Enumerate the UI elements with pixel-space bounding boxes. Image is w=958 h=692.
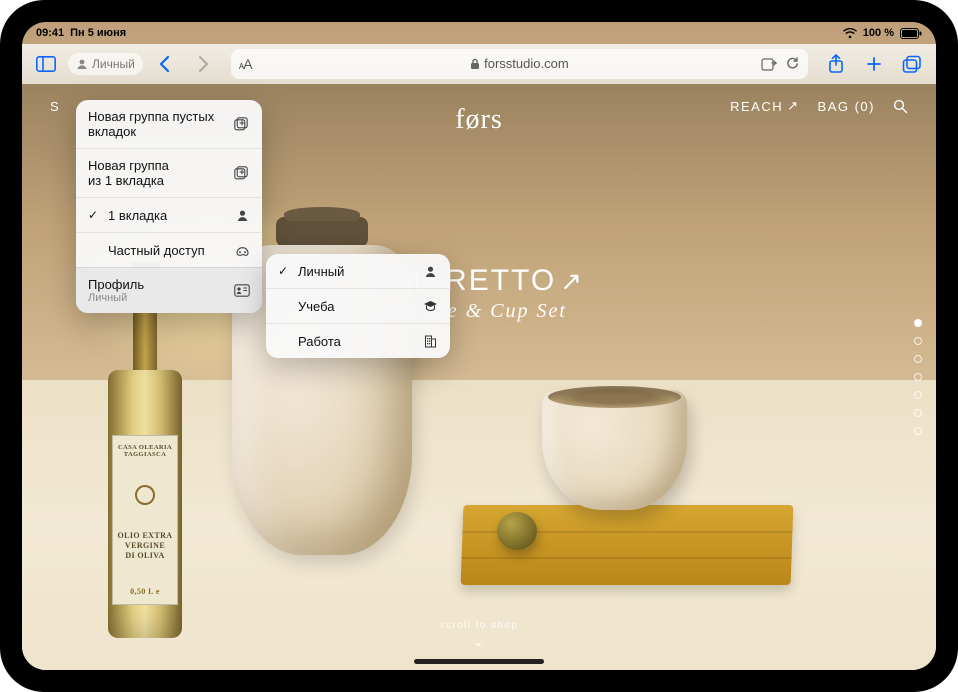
profile-option-work[interactable]: Работа <box>266 323 450 358</box>
menu-profile[interactable]: Профиль Личный <box>76 267 262 313</box>
ipad-frame: 09:41 Пн 5 июня 100 % <box>0 0 958 692</box>
menu-item-label: Новая группа <box>88 158 169 173</box>
menu-item-label: вкладок <box>88 124 214 139</box>
menu-item-label: Профиль <box>88 277 144 292</box>
screen: 09:41 Пн 5 июня 100 % <box>22 22 936 670</box>
private-icon <box>234 242 250 258</box>
site-nav-left[interactable]: S <box>50 99 60 114</box>
back-button[interactable] <box>149 48 181 80</box>
wifi-icon <box>843 28 857 39</box>
menu-item-label: Работа <box>298 334 341 349</box>
arrow-ne-icon: ↗ <box>560 266 584 296</box>
checkmark-icon: ✓ <box>278 264 290 278</box>
menu-item-label: Учеба <box>298 299 335 314</box>
bottle-line3: DI OLIVA <box>118 551 173 561</box>
olive-oil-bottle: CASA OLEARIA TAGGIASCA OLIO EXTRA VERGIN… <box>104 270 186 650</box>
status-bar: 09:41 Пн 5 июня 100 % <box>22 22 936 44</box>
battery-icon <box>900 28 922 39</box>
battery-percent: 100 % <box>863 27 894 39</box>
new-tab-group-icon <box>234 116 250 132</box>
address-host: forsstudio.com <box>484 56 569 71</box>
profile-pill[interactable]: Личный <box>68 53 143 75</box>
bottle-stamp <box>133 483 156 506</box>
page-dot[interactable] <box>914 373 922 381</box>
menu-new-group-from-tab[interactable]: Новая группа из 1 вкладка <box>76 148 262 197</box>
scroll-hint-label: scroll to shop <box>440 620 519 631</box>
bottle-volume: 0,50 L e <box>130 587 160 596</box>
page-dot[interactable] <box>914 409 922 417</box>
page-dot[interactable] <box>914 355 922 363</box>
menu-private[interactable]: Частный доступ <box>76 232 262 267</box>
lock-icon <box>470 58 480 70</box>
person-icon <box>234 207 250 223</box>
page-dot[interactable] <box>914 391 922 399</box>
bag-link[interactable]: BAG (0) <box>818 99 875 114</box>
text-size-button: ᴀA <box>239 56 252 72</box>
menu-item-label: 1 вкладка <box>108 208 167 223</box>
address-bar[interactable]: ᴀA forsstudio.com <box>231 49 808 79</box>
bottle-line1: OLIO EXTRA <box>118 531 173 541</box>
reload-button[interactable] <box>785 56 800 71</box>
extensions-icon[interactable] <box>761 57 777 71</box>
site-logo[interactable]: førs <box>455 104 503 136</box>
profile-card-icon <box>234 283 250 299</box>
profile-option-study[interactable]: Учеба <box>266 288 450 323</box>
profile-submenu: ✓ Личный Учеба Работа <box>266 254 450 358</box>
bottle-line2: VERGINE <box>118 541 173 551</box>
arrow-ne-icon: ↗ <box>787 98 799 114</box>
profile-option-personal[interactable]: ✓ Личный <box>266 254 450 288</box>
profile-pill-label: Личный <box>92 57 135 71</box>
page-dot[interactable] <box>914 337 922 345</box>
forward-button[interactable] <box>187 48 219 80</box>
tabs-button[interactable] <box>896 48 928 80</box>
share-button[interactable] <box>820 48 852 80</box>
chevron-down-icon: ⌄ <box>440 633 519 650</box>
tab-groups-menu: Новая группа пустых вкладок Новая группа… <box>76 100 262 313</box>
page-dot[interactable] <box>914 319 922 327</box>
checkmark-icon: ✓ <box>88 208 100 222</box>
olive <box>497 512 537 550</box>
bottle-label: CASA OLEARIA TAGGIASCA OLIO EXTRA VERGIN… <box>112 435 178 605</box>
person-icon <box>76 58 88 70</box>
menu-item-label: Личный <box>298 264 344 279</box>
reach-link[interactable]: REACH↗ <box>730 98 799 114</box>
page-dot[interactable] <box>914 427 922 435</box>
page-dots[interactable] <box>914 319 922 435</box>
status-date: Пн 5 июня <box>70 27 126 39</box>
sidebar-toggle-button[interactable] <box>30 48 62 80</box>
menu-item-label: Новая группа пустых <box>88 109 214 124</box>
site-search-button[interactable] <box>893 99 908 114</box>
scroll-hint[interactable]: scroll to shop ⌄ <box>440 620 519 650</box>
graduation-icon <box>422 298 438 314</box>
status-time: 09:41 <box>36 27 64 39</box>
safari-toolbar: Личный ᴀA forsstudio.com <box>22 44 936 84</box>
menu-item-sublabel: Личный <box>88 292 144 304</box>
menu-item-label: из 1 вкладка <box>88 173 169 188</box>
new-tab-button[interactable] <box>858 48 890 80</box>
new-tab-group-icon <box>234 165 250 181</box>
cup <box>542 390 687 510</box>
home-indicator[interactable] <box>414 659 544 664</box>
building-icon <box>422 333 438 349</box>
bottle-brand: CASA OLEARIA TAGGIASCA <box>117 444 173 458</box>
menu-new-empty-group[interactable]: Новая группа пустых вкладок <box>76 100 262 148</box>
menu-item-label: Частный доступ <box>108 243 205 258</box>
menu-one-tab[interactable]: ✓ 1 вкладка <box>76 197 262 232</box>
person-icon <box>422 263 438 279</box>
